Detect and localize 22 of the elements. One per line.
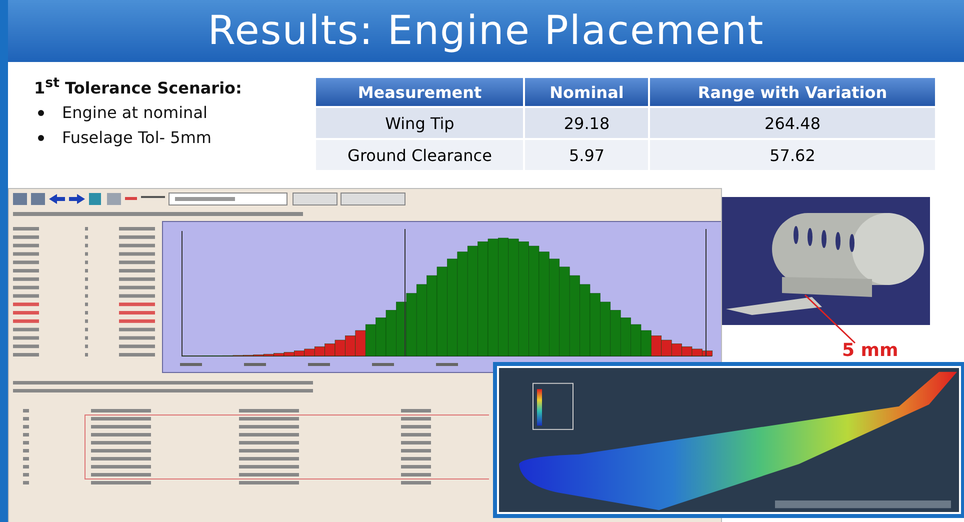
scenario-heading: 1$^{st}$ Tolerance Scenario:	[34, 76, 243, 98]
slide-title: Results: Engine Placement	[208, 8, 764, 54]
table-cell: 29.18	[524, 107, 650, 139]
table-cell: 57.62	[649, 139, 936, 171]
table-cell: Ground Clearance	[315, 139, 524, 171]
column-header: Measurement	[315, 77, 524, 107]
bullet-dot-icon	[38, 134, 44, 141]
column-header: Range with Variation	[649, 77, 936, 107]
table-cell: 5.97	[524, 139, 650, 171]
dimension-label: 5 mm	[842, 340, 898, 361]
color-legend-drawing	[532, 382, 574, 430]
table-cell: 264.48	[649, 107, 936, 139]
table-cell: Wing Tip	[315, 107, 524, 139]
column-header: Nominal	[524, 77, 650, 107]
blurred-tick-label	[308, 363, 330, 366]
blurred-tick-label	[436, 363, 458, 366]
blurred-tick-label	[244, 363, 266, 366]
blurred-tick-label	[372, 363, 394, 366]
bullet-text: Engine at nominal	[62, 103, 208, 122]
bullet-dot-icon	[38, 110, 44, 116]
bullet-text: Fuselage Tol- 5mm	[62, 128, 212, 148]
blurred-tick-label	[180, 363, 202, 366]
